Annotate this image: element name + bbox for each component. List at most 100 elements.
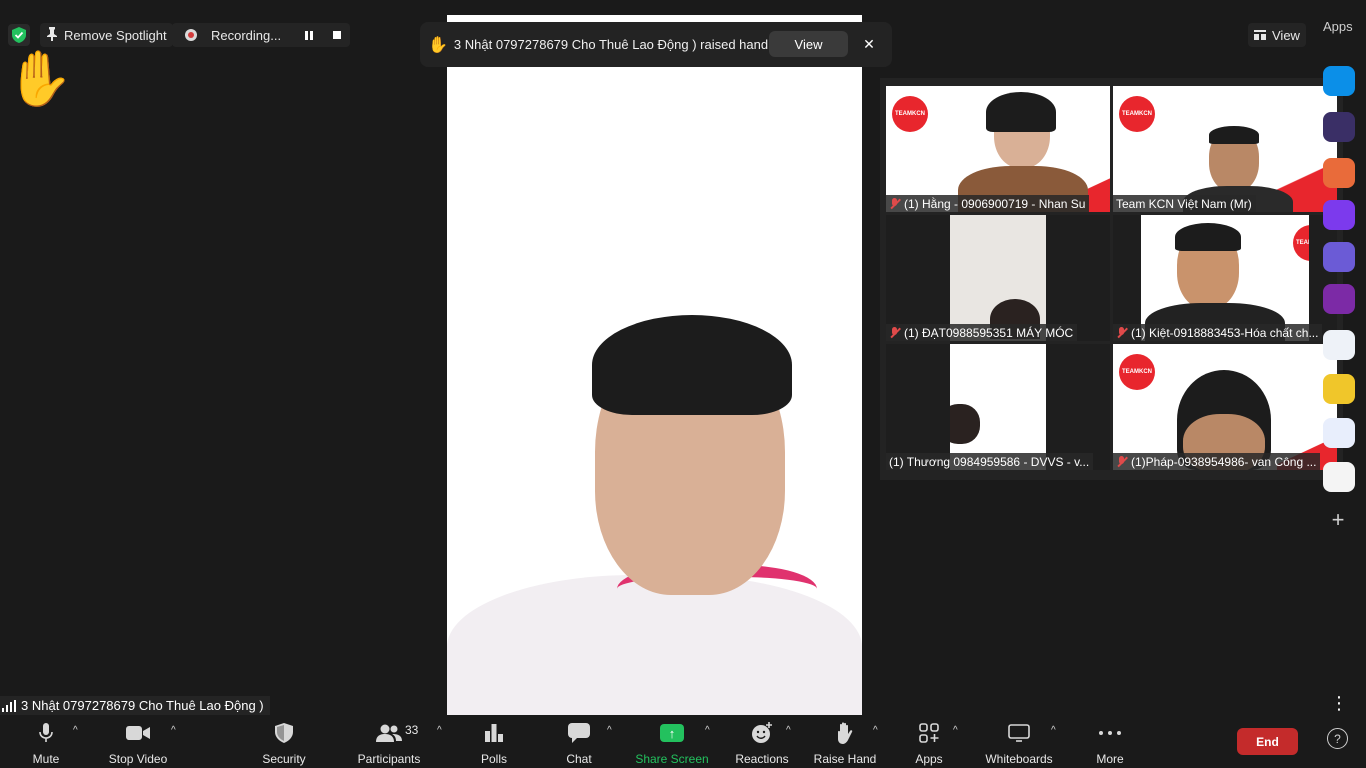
muted-mic-icon [1116,327,1127,338]
remove-spotlight-button[interactable]: Remove Spotlight [40,23,173,47]
share-screen-icon-wrap: ↑ [660,721,684,745]
participant-name: (1) Kiệt-0918883453-Hóa chất ch... [1131,325,1319,340]
raise-hand-options-chevron-icon[interactable]: ^ [873,725,878,736]
app-icon[interactable] [1323,462,1355,492]
raised-hand-notification: ✋ 3 Nhật 0797278679 Cho Thuê Lao Động ) … [420,22,892,67]
notification-view-button[interactable]: View [769,31,848,57]
apps-label: Apps [915,752,943,766]
reactions-label: Reactions [735,752,789,766]
shield-icon [275,721,293,745]
video-feed: TEAMKCN [1141,215,1309,341]
video-tile[interactable]: TEAMKCN Team KCN Việt Nam (Mr) [1113,86,1337,212]
end-meeting-button[interactable]: End [1237,728,1298,755]
muted-mic-icon [1116,456,1127,467]
more-options-icon[interactable]: ⋮ [1330,694,1348,712]
share-options-chevron-icon[interactable]: ^ [705,725,710,736]
app-icon[interactable] [1323,112,1355,142]
raise-hand-button[interactable]: Raise Hand [814,715,876,768]
help-icon[interactable]: ? [1327,728,1348,749]
stop-video-label: Stop Video [108,752,168,766]
video-feed: TEAMKCN [1113,344,1337,470]
apps-button[interactable]: Apps [912,715,946,768]
chat-label: Chat [566,752,592,766]
audio-options-chevron-icon[interactable]: ^ [73,725,78,736]
polls-button[interactable]: Polls [478,715,510,768]
app-icon[interactable] [1323,158,1355,188]
video-tile[interactable]: TEAMKCN (1)Pháp-0938954986- van Công ... [1113,344,1337,470]
participant-name: (1) Thương 0984959586 - DVVS - v... [889,454,1090,469]
add-app-icon[interactable]: + [1326,507,1350,532]
participant-name: (1)Pháp-0938954986- van Công ... [1131,454,1317,469]
app-icon[interactable] [1323,418,1355,448]
stop-video-button[interactable]: Stop Video [104,715,172,768]
apps-options-chevron-icon[interactable]: ^ [953,725,958,736]
app-icon[interactable] [1323,330,1355,360]
participant-name: (1) Hằng - 0906900719 - Nhan Su [904,196,1086,211]
meeting-toolbar: Mute ^ Stop Video ^ Security Participant… [0,715,1366,768]
chat-button[interactable]: Chat [564,715,594,768]
stop-recording-icon[interactable] [328,27,346,43]
video-feed [950,344,1046,470]
share-screen-button[interactable]: ↑ Share Screen [635,715,709,768]
whiteboards-label: Whiteboards [985,752,1053,766]
participants-options-chevron-icon[interactable]: ^ [437,725,442,736]
apps-icon [919,721,939,745]
chat-options-chevron-icon[interactable]: ^ [607,725,612,736]
raised-hand-icon: ✋ [6,49,74,109]
teamkcn-logo: TEAMKCN [1119,96,1155,132]
remove-spotlight-label: Remove Spotlight [64,27,167,43]
reactions-button[interactable]: Reactions [734,715,790,768]
video-tile[interactable]: TEAMKCN (1) Kiệt-0918883453-Hóa chất ch.… [1113,215,1337,341]
participant-hair [1175,223,1241,251]
video-tile[interactable]: (1) Thương 0984959586 - DVVS - v... [886,344,1110,470]
participant-hair [950,404,980,444]
participants-label: Participants [357,752,421,766]
apps-rail [1323,62,1355,502]
tile-name-label: Team KCN Việt Nam (Mr) [1113,195,1256,212]
tile-name-label: (1)Pháp-0938954986- van Công ... [1113,453,1321,470]
share-screen-label: Share Screen [635,752,709,766]
microphone-icon [39,721,53,745]
video-tile[interactable]: (1) ĐẠT0988595351 MÁY MÓC [886,215,1110,341]
video-options-chevron-icon[interactable]: ^ [171,725,176,736]
video-feed: TEAMKCN [1113,86,1337,212]
security-button[interactable]: Security [258,715,310,768]
mute-button[interactable]: Mute [28,715,64,768]
meeting-stage: Remove Spotlight Recording... ✋ ✋ 3 Nhật… [0,0,1366,715]
connection-strength-icon [2,699,16,712]
raised-hand-small-icon: ✋ [428,36,448,54]
reactions-options-chevron-icon[interactable]: ^ [786,725,791,736]
participants-icon [376,721,402,745]
record-icon [185,29,197,41]
app-icon[interactable] [1323,200,1355,230]
security-label: Security [262,752,306,766]
apps-panel-label[interactable]: Apps [1323,19,1353,34]
muted-mic-icon [889,327,900,338]
video-camera-icon [126,721,150,745]
ellipsis-icon [1099,721,1121,745]
grid-view-icon [1254,28,1266,43]
app-icon[interactable] [1323,374,1355,404]
security-shield-icon[interactable] [8,24,30,46]
tile-name-label: (1) Kiệt-0918883453-Hóa chất ch... [1113,324,1323,341]
pause-recording-icon[interactable] [300,27,318,43]
whiteboards-button[interactable]: Whiteboards [983,715,1055,768]
view-button[interactable]: View [1248,23,1306,47]
video-feed [950,215,1046,341]
video-tile[interactable]: TEAMKCN (1) Hằng - 0906900719 - Nhan Su [886,86,1110,212]
app-icon[interactable] [1323,284,1355,314]
recording-label: Recording... [211,27,282,43]
participant-hair [1209,126,1259,144]
video-feed: TEAMKCN [886,86,1110,212]
polls-icon [485,721,503,745]
whiteboards-options-chevron-icon[interactable]: ^ [1051,725,1056,736]
more-button[interactable]: More [1094,715,1126,768]
teamkcn-logo: TEAMKCN [1293,225,1309,261]
app-icon[interactable] [1323,242,1355,272]
close-icon[interactable]: ✕ [860,34,878,54]
chat-icon [568,721,590,745]
more-label: More [1096,752,1124,766]
app-icon[interactable] [1323,66,1355,96]
tile-name-label: (1) Hằng - 0906900719 - Nhan Su [886,195,1090,212]
speaker-name-label: 3 Nhật 0797278679 Cho Thuê Lao Động ) [0,696,270,715]
